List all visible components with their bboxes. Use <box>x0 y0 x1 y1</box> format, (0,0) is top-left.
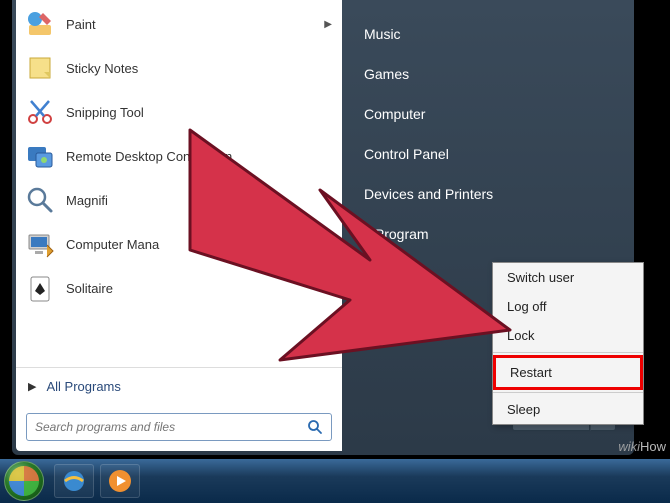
taskbar <box>0 459 670 503</box>
power-item-switch-user[interactable]: Switch user <box>493 263 643 292</box>
right-item-devices-printers[interactable]: Devices and Printers <box>342 174 634 214</box>
right-item-games[interactable]: Games <box>342 54 634 94</box>
program-label: Solitaire <box>66 281 113 296</box>
watermark-prefix: wiki <box>618 439 640 454</box>
remote-desktop-icon <box>24 140 56 172</box>
paint-icon <box>24 8 56 40</box>
program-item-solitaire[interactable]: Solitaire <box>16 266 342 310</box>
watermark: wikiHow <box>618 439 666 455</box>
program-item-computer-management[interactable]: Computer Mana <box>16 222 342 266</box>
program-label: Paint <box>66 17 96 32</box>
program-label: Snipping Tool <box>66 105 144 120</box>
solitaire-icon <box>24 272 56 304</box>
power-options-menu: Switch user Log off Lock Restart Sleep <box>492 262 644 425</box>
program-item-snipping-tool[interactable]: Snipping Tool <box>16 90 342 134</box>
scissors-icon <box>24 96 56 128</box>
right-item-default-programs[interactable]: lt Program <box>342 214 634 254</box>
power-item-lock[interactable]: Lock <box>493 321 643 350</box>
right-item-computer[interactable]: Computer <box>342 94 634 134</box>
menu-divider <box>493 352 643 353</box>
magnifier-icon <box>24 184 56 216</box>
right-item-control-panel[interactable]: Control Panel <box>342 134 634 174</box>
program-list: Paint ▶ Sticky Notes Snipping Tool R <box>16 0 342 367</box>
search-input[interactable] <box>35 420 307 434</box>
power-item-sleep[interactable]: Sleep <box>493 395 643 424</box>
computer-management-icon <box>24 228 56 260</box>
menu-divider <box>493 392 643 393</box>
all-programs-button[interactable]: ▶ All Programs <box>16 367 342 405</box>
program-item-magnifier[interactable]: Magnifi <box>16 178 342 222</box>
start-menu-left-panel: Paint ▶ Sticky Notes Snipping Tool R <box>16 0 342 451</box>
sticky-notes-icon <box>24 52 56 84</box>
taskbar-item-media-player[interactable] <box>100 464 140 498</box>
program-item-remote-desktop[interactable]: Remote Desktop Connection <box>16 134 342 178</box>
power-item-restart[interactable]: Restart <box>493 355 643 390</box>
program-item-sticky-notes[interactable]: Sticky Notes <box>16 46 342 90</box>
search-icon[interactable] <box>307 419 323 435</box>
start-button[interactable] <box>4 461 44 501</box>
search-box[interactable] <box>26 413 332 441</box>
program-label: Sticky Notes <box>66 61 138 76</box>
submenu-arrow-icon: ▶ <box>324 19 332 30</box>
right-item-music[interactable]: Music <box>342 14 634 54</box>
power-item-log-off[interactable]: Log off <box>493 292 643 321</box>
program-label: Computer Mana <box>66 237 159 252</box>
program-item-paint[interactable]: Paint ▶ <box>16 2 342 46</box>
program-label: Remote Desktop Connection <box>66 149 232 164</box>
all-programs-label: All Programs <box>46 379 120 394</box>
chevron-right-icon: ▶ <box>28 380 36 393</box>
program-label: Magnifi <box>66 193 108 208</box>
watermark-suffix: How <box>640 439 666 454</box>
taskbar-item-ie[interactable] <box>54 464 94 498</box>
